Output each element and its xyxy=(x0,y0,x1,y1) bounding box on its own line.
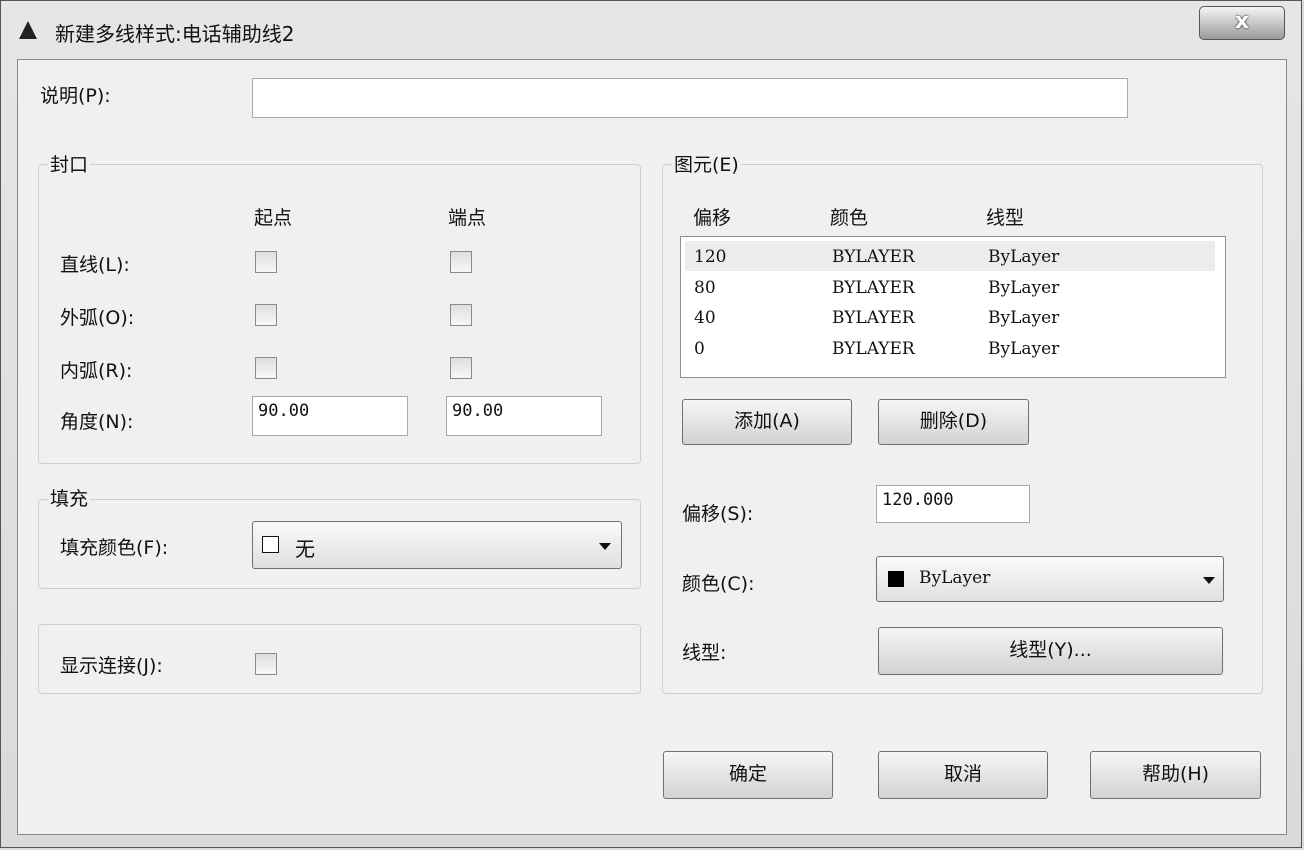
no-fill-swatch-icon xyxy=(262,536,279,553)
chevron-down-icon xyxy=(599,543,611,550)
offset-input[interactable]: 120.000 xyxy=(876,485,1030,523)
delete-element-button[interactable]: 删除(D) xyxy=(878,399,1029,445)
row-offset: 0 xyxy=(694,339,705,359)
elements-list[interactable]: 120 BYLAYER ByLayer 80 BYLAYER ByLayer 4… xyxy=(680,236,1226,378)
fill-color-value: 无 xyxy=(295,537,315,561)
cap-inner-arc-start-checkbox[interactable] xyxy=(255,357,277,379)
row-offset: 120 xyxy=(694,247,727,267)
list-item[interactable]: 80 BYLAYER ByLayer xyxy=(685,272,1215,302)
color-label: 颜色(C): xyxy=(682,573,755,595)
header-color: 颜色 xyxy=(830,207,869,229)
fill-color-combo[interactable]: 无 xyxy=(252,521,622,569)
cap-angle-label: 角度(N): xyxy=(60,411,134,433)
caps-end-header: 端点 xyxy=(448,207,487,229)
close-button[interactable]: x xyxy=(1199,6,1285,40)
cap-outer-arc-end-checkbox[interactable] xyxy=(450,304,472,326)
help-button[interactable]: 帮助(H) xyxy=(1090,751,1261,799)
header-linetype: 线型 xyxy=(986,207,1025,229)
show-joints-checkbox[interactable] xyxy=(255,653,277,675)
list-item[interactable]: 120 BYLAYER ByLayer xyxy=(685,241,1215,271)
offset-label: 偏移(S): xyxy=(682,503,754,525)
list-item[interactable]: 0 BYLAYER ByLayer xyxy=(685,333,1215,363)
elements-group-label: 图元(E) xyxy=(672,150,741,177)
row-linetype: ByLayer xyxy=(988,247,1060,267)
color-combo-value: ByLayer xyxy=(919,568,991,588)
cap-outer-arc-start-checkbox[interactable] xyxy=(255,304,277,326)
add-element-button[interactable]: 添加(A) xyxy=(682,399,852,445)
show-joints-label: 显示连接(J): xyxy=(60,655,163,677)
window-title: 新建多线样式:电话辅助线2 xyxy=(55,22,295,46)
cap-angle-end-input[interactable]: 90.00 xyxy=(446,396,602,436)
caps-start-header: 起点 xyxy=(254,207,293,229)
row-color: BYLAYER xyxy=(832,278,915,298)
dialog-body: 说明(P): 封口 起点 端点 直线(L): 外弧(O): 内弧(R): 角度(… xyxy=(17,59,1287,835)
cap-inner-arc-label: 内弧(R): xyxy=(60,360,133,382)
row-linetype: ByLayer xyxy=(988,308,1060,328)
cap-outer-arc-label: 外弧(O): xyxy=(60,307,135,329)
chevron-down-icon xyxy=(1203,577,1215,584)
cancel-button[interactable]: 取消 xyxy=(878,751,1048,799)
description-input[interactable] xyxy=(252,78,1128,118)
title-bar[interactable]: 新建多线样式:电话辅助线2 x xyxy=(1,1,1301,59)
ok-button[interactable]: 确定 xyxy=(663,751,833,799)
row-offset: 80 xyxy=(694,278,716,298)
color-combo[interactable]: ByLayer xyxy=(876,556,1224,602)
cap-line-start-checkbox[interactable] xyxy=(255,251,277,273)
autocad-logo-icon xyxy=(19,21,37,39)
cap-line-label: 直线(L): xyxy=(60,254,130,276)
cap-inner-arc-end-checkbox[interactable] xyxy=(450,357,472,379)
list-item[interactable]: 40 BYLAYER ByLayer xyxy=(685,302,1215,332)
color-swatch-icon xyxy=(888,571,904,587)
dialog-window: 新建多线样式:电话辅助线2 x 说明(P): 封口 起点 端点 直线(L): 外… xyxy=(0,0,1302,848)
header-offset: 偏移 xyxy=(693,207,732,229)
fill-group-label: 填充 xyxy=(48,484,91,511)
row-offset: 40 xyxy=(694,308,716,328)
linetype-label: 线型: xyxy=(682,642,727,664)
row-color: BYLAYER xyxy=(832,308,915,328)
row-color: BYLAYER xyxy=(832,339,915,359)
row-color: BYLAYER xyxy=(832,247,915,267)
row-linetype: ByLayer xyxy=(988,339,1060,359)
row-linetype: ByLayer xyxy=(988,278,1060,298)
cap-angle-start-input[interactable]: 90.00 xyxy=(252,396,408,436)
linetype-button[interactable]: 线型(Y)... xyxy=(878,627,1223,675)
caps-group-label: 封口 xyxy=(48,150,91,177)
description-label: 说明(P): xyxy=(40,85,111,107)
cap-line-end-checkbox[interactable] xyxy=(450,251,472,273)
fill-color-label: 填充颜色(F): xyxy=(60,537,169,559)
